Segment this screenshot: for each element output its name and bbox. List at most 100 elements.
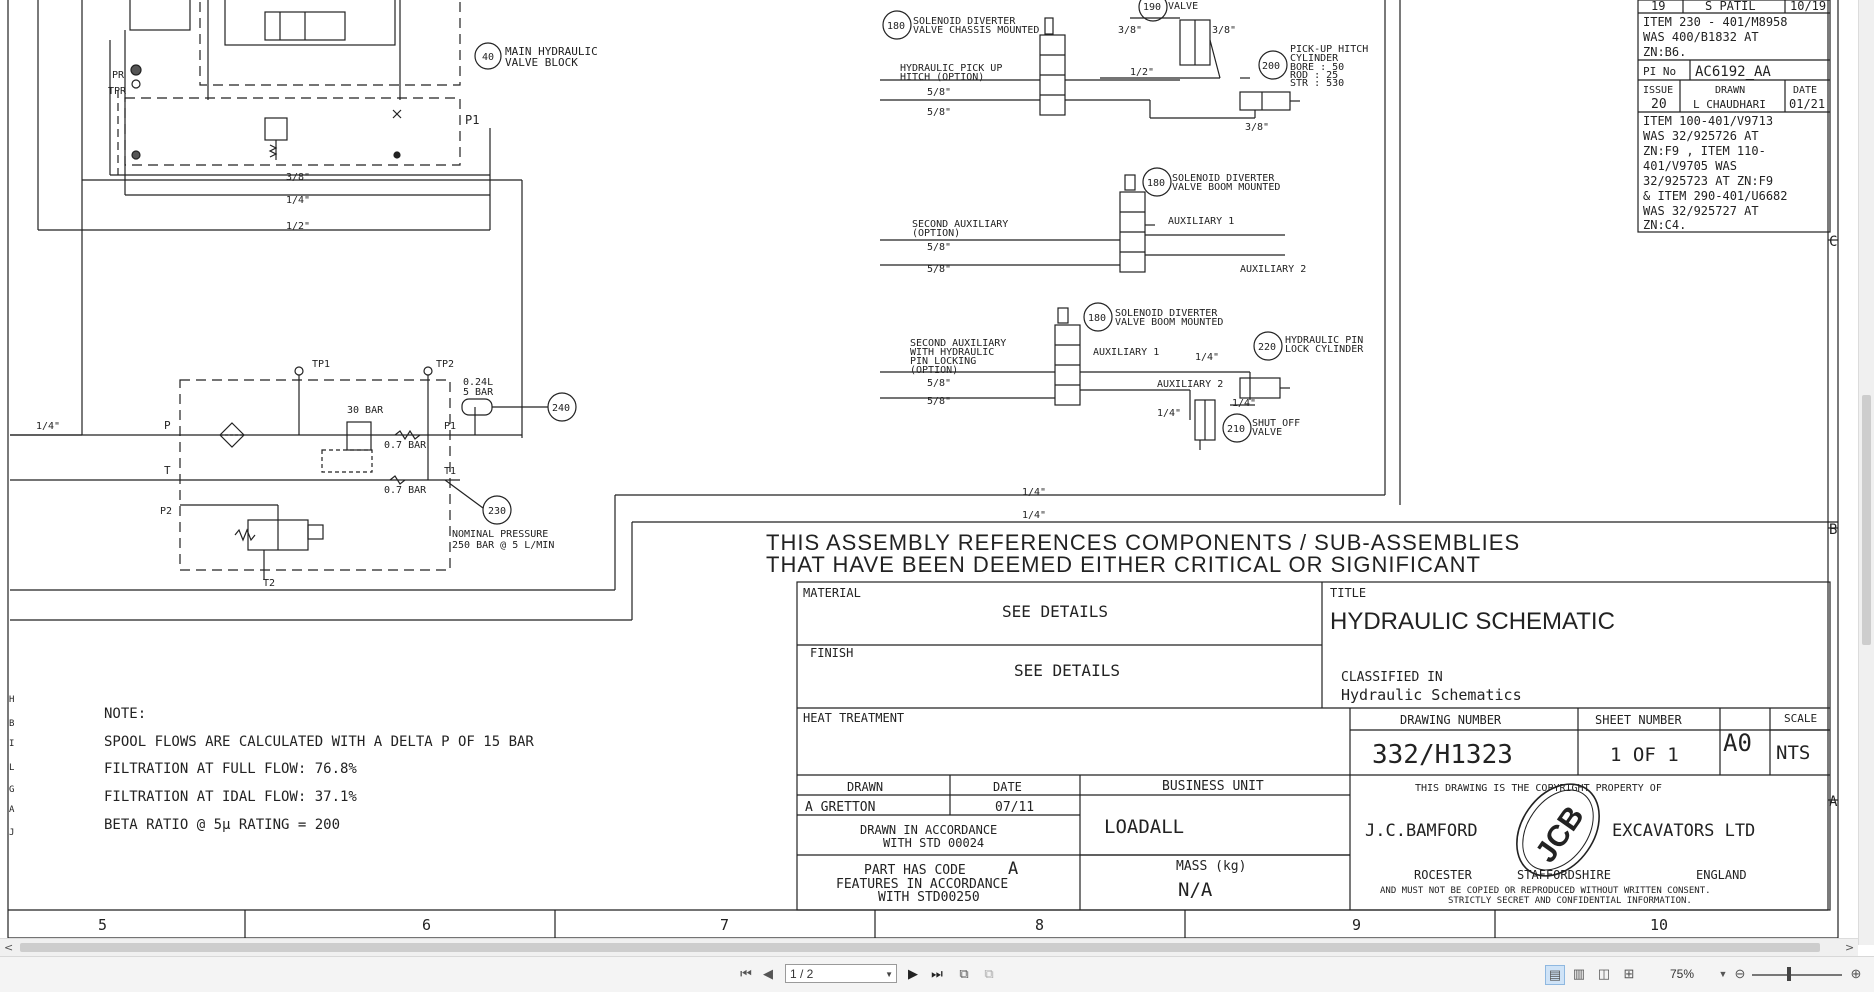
hose-58d: 5/8": [927, 264, 951, 275]
classified-value: Hydraulic Schematics: [1341, 686, 1522, 704]
drawn-by-value: A GRETTON: [805, 800, 875, 815]
sheet-size: A0: [1723, 729, 1752, 757]
hose-58f: 5/8": [927, 396, 951, 407]
hose-58e: 5/8": [927, 378, 951, 389]
port-tpr: TPR: [108, 86, 127, 97]
shutoff-l2: VALVE: [1252, 427, 1282, 438]
finish-label: FINISH: [810, 646, 853, 660]
zoom-out-icon[interactable]: ⊖: [1732, 965, 1748, 983]
address-county: STAFFORDSHIRE: [1517, 868, 1611, 882]
check-07bar-b: 0.7 BAR: [384, 485, 427, 496]
single-page-view-icon[interactable]: ▤: [1545, 965, 1565, 985]
zone-letter: G: [9, 785, 14, 795]
hose-14b: 1/4": [1232, 398, 1256, 409]
tag-200: 200: [1262, 61, 1280, 72]
rev-row-date: 10/19: [1790, 0, 1826, 13]
last-page-icon[interactable]: ⏭: [928, 965, 946, 983]
scroll-left-arrow[interactable]: <: [4, 939, 13, 957]
nominal-pressure-1: NOMINAL PRESSURE: [452, 529, 548, 540]
issue-header: ISSUE: [1643, 85, 1673, 96]
nominal-pressure-2: 250 BAR @ 5 L/MIN: [452, 540, 554, 551]
zone-letter: J: [9, 828, 14, 838]
hose-38a: 3/8": [1118, 25, 1142, 36]
drawn-date-value: 07/11: [995, 800, 1034, 815]
col-6: 6: [422, 916, 431, 934]
diverter3-l2: VALVE BOOM MOUNTED: [1115, 317, 1223, 328]
zoom-slider-track[interactable]: [1752, 974, 1842, 976]
tag-210: 210: [1227, 424, 1245, 435]
rev-text-2: WAS 400/B1832 AT: [1643, 30, 1759, 44]
tag-180b: 180: [1147, 178, 1165, 189]
next-page-icon[interactable]: ▶: [905, 965, 921, 983]
note-line-2: FILTRATION AT FULL FLOW: 76.8%: [104, 761, 357, 777]
zone-b: B: [1829, 522, 1837, 538]
tag-40: 40: [482, 52, 494, 63]
note-title: NOTE:: [104, 706, 146, 722]
hose-38b: 3/8": [1212, 25, 1236, 36]
port-p1: P1: [444, 421, 456, 432]
horizontal-scrollbar[interactable]: < >: [0, 938, 1858, 957]
copyright-line: THIS DRAWING IS THE COPYRIGHT PROPERTY O…: [1415, 783, 1662, 794]
rev-change-1: ITEM 100-401/V9713: [1643, 114, 1773, 128]
tag-240: 240: [552, 403, 570, 414]
port-t2: T2: [263, 578, 275, 589]
drawing-canvas[interactable]: 40 MAIN HYDRAULIC VALVE BLOCK PR TPR P1 …: [0, 0, 1858, 938]
col-8: 8: [1035, 916, 1044, 934]
vertical-scroll-thumb[interactable]: [1862, 395, 1871, 645]
continuous-view-icon[interactable]: ▥: [1570, 965, 1588, 983]
paste-page-icon[interactable]: ⧉: [980, 965, 998, 983]
viewer-statusbar: ⏮ ◀ 1 / 2 ▼ ▶ ⏭ ⧉ ⧉ ▤ ▥ ◫ ⊞ 75% ▼ ⊖ ⊕: [0, 956, 1874, 992]
pi-value: AC6192_AA: [1695, 64, 1771, 80]
rev-change-5: 32/925723 AT ZN:F9: [1643, 174, 1773, 188]
rev-change-6: & ITEM 290-401/U6682: [1643, 189, 1788, 203]
col-9: 9: [1352, 916, 1361, 934]
line-size-38: 3/8": [286, 172, 310, 183]
sheet-number-value: 1 OF 1: [1610, 744, 1679, 766]
legal-line-1: AND MUST NOT BE COPIED OR REPRODUCED WIT…: [1380, 886, 1711, 896]
chevron-down-icon[interactable]: ▼: [885, 965, 893, 984]
facing-view-icon[interactable]: ◫: [1595, 965, 1613, 983]
port-p: P: [164, 419, 171, 432]
zone-letter: L: [9, 763, 14, 773]
scroll-right-arrow[interactable]: >: [1845, 939, 1854, 957]
diverter1-l2: VALVE CHASSIS MOUNTED: [913, 25, 1039, 36]
line-size-12: 1/2": [286, 221, 310, 232]
prev-page-icon[interactable]: ◀: [760, 965, 776, 983]
mass-value: N/A: [1178, 879, 1213, 901]
tag-230: 230: [488, 506, 506, 517]
tag-190: 190: [1143, 2, 1161, 13]
hose-58b: 5/8": [927, 107, 951, 118]
zone-letter: A: [9, 805, 15, 815]
zoom-slider-handle[interactable]: [1787, 967, 1791, 981]
finish-value: SEE DETAILS: [1014, 661, 1120, 680]
inlet-size: 1/4": [36, 421, 60, 432]
facing-continuous-view-icon[interactable]: ⊞: [1620, 965, 1638, 983]
col-5: 5: [98, 916, 107, 934]
material-label: MATERIAL: [803, 586, 861, 600]
scale-label: SCALE: [1784, 712, 1817, 725]
zone-a: A: [1829, 794, 1838, 810]
hose-58a: 5/8": [927, 87, 951, 98]
accordance-line-1: DRAWN IN ACCORDANCE: [860, 823, 997, 837]
company-name-right: EXCAVATORS LTD: [1612, 821, 1755, 841]
page-number-value: 1 / 2: [790, 967, 814, 981]
zoom-in-icon[interactable]: ⊕: [1848, 965, 1864, 983]
vertical-scrollbar[interactable]: [1858, 0, 1874, 945]
drawn-date-label: DATE: [993, 780, 1022, 794]
zoom-level[interactable]: 75%: [1670, 965, 1694, 983]
note-line-3: FILTRATION AT IDAL FLOW: 37.1%: [104, 789, 357, 805]
aux1-a: AUXILIARY 1: [1168, 216, 1234, 227]
pickup-l2: HITCH (OPTION): [900, 72, 984, 83]
cylinder-str: STR : 530: [1290, 78, 1344, 89]
horizontal-scroll-thumb[interactable]: [20, 943, 1820, 952]
note-line-4: BETA RATIO @ 5μ RATING = 200: [104, 817, 340, 833]
tag-220: 220: [1258, 342, 1276, 353]
hose-14c: 1/4": [1157, 408, 1181, 419]
zoom-dropdown-icon[interactable]: ▼: [1718, 965, 1728, 983]
page-number-input[interactable]: 1 / 2 ▼: [785, 964, 897, 983]
rev-change-4: 401/V9705 WAS: [1643, 159, 1737, 173]
copy-page-icon[interactable]: ⧉: [955, 965, 973, 983]
first-page-icon[interactable]: ⏮: [738, 965, 754, 983]
date-value: 01/21: [1789, 97, 1825, 111]
main-block-label-2: VALVE BLOCK: [505, 56, 578, 69]
